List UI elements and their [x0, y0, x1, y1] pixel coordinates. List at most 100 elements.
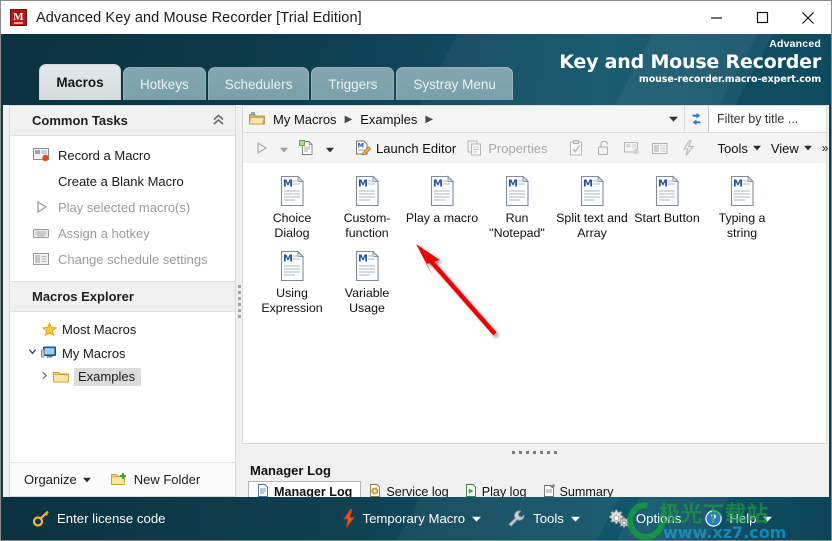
- task-play-selected-macros[interactable]: Play selected macro(s): [10, 194, 235, 220]
- view-menu-button[interactable]: View: [766, 136, 817, 160]
- task-assign-a-hotkey[interactable]: Assign a hotkey: [10, 220, 235, 246]
- tab-schedulers[interactable]: Schedulers: [207, 67, 310, 100]
- new-macro-icon: [298, 140, 316, 157]
- new-macro-dropdown-button[interactable]: [321, 136, 339, 160]
- tree-node-most-macros[interactable]: Most Macros: [10, 317, 235, 341]
- tree-node-label: My Macros: [62, 345, 126, 361]
- toolbar-overflow-button[interactable]: »: [817, 136, 831, 160]
- chevron-right-icon[interactable]: [36, 371, 52, 383]
- macro-item-split-text-and-array[interactable]: M Split text and Array: [555, 174, 629, 241]
- launch-editor-icon: M: [354, 140, 372, 157]
- clipboard-button[interactable]: [562, 136, 590, 160]
- macro-item-label: Start Button: [634, 211, 700, 225]
- help-button[interactable]: ? Help: [705, 510, 773, 527]
- properties-button[interactable]: Properties: [461, 136, 552, 160]
- macro-item-run-notepad[interactable]: M Run "Notepad": [480, 174, 554, 241]
- macro-item-using-expression[interactable]: M Using Expression: [255, 249, 329, 316]
- macro-item-label: Custom-function: [343, 211, 391, 240]
- play-dropdown-button[interactable]: [275, 136, 293, 160]
- launch-editor-button[interactable]: M Launch Editor: [349, 136, 461, 160]
- screen-button[interactable]: [646, 136, 674, 160]
- status-bar: Enter license code Temporary Macro Tools: [1, 497, 831, 540]
- macro-item-label: Split text and Array: [556, 211, 628, 240]
- screen-icon: [651, 140, 669, 157]
- chevron-down-icon: [280, 141, 288, 156]
- bolt-icon: [679, 140, 697, 157]
- enter-license-code-button[interactable]: Enter license code: [33, 510, 166, 527]
- overflow-label: »: [821, 141, 829, 155]
- bolt-button[interactable]: [674, 136, 702, 160]
- new-macro-button[interactable]: [293, 136, 321, 160]
- chevron-down-icon: [570, 514, 580, 524]
- temporary-macro-button[interactable]: Temporary Macro: [342, 509, 482, 528]
- refresh-button[interactable]: [684, 106, 708, 132]
- address-dropdown-button[interactable]: [662, 114, 684, 124]
- tab-hotkeys[interactable]: Hotkeys: [123, 67, 206, 100]
- task-record-a-macro[interactable]: Record a Macro: [10, 142, 235, 168]
- macro-item-label: Typing a string: [718, 211, 766, 240]
- macro-item-variable-usage[interactable]: M Variable Usage: [330, 249, 404, 316]
- lock-button[interactable]: [590, 136, 618, 160]
- macro-item-custom-function[interactable]: M Custom-function: [330, 174, 404, 241]
- macro-document-icon: M: [276, 249, 308, 283]
- macro-item-start-button[interactable]: M Start Button: [630, 174, 704, 241]
- play-icon: [32, 199, 50, 215]
- options-button[interactable]: Options: [608, 509, 681, 528]
- breadcrumb-separator-icon[interactable]: ▶: [420, 114, 438, 125]
- computer-icon: [40, 346, 58, 360]
- organize-button[interactable]: Organize: [24, 472, 91, 487]
- options-label: Options: [635, 511, 682, 526]
- tree-node-examples[interactable]: Examples: [10, 365, 235, 389]
- task-create-a-blank-macro[interactable]: Create a Blank Macro: [10, 168, 235, 194]
- minimize-button[interactable]: [693, 2, 739, 34]
- tree-node-my-macros[interactable]: My Macros: [10, 341, 235, 365]
- properties-icon: [466, 140, 484, 157]
- new-folder-icon: [110, 472, 127, 487]
- chevron-down-icon: [326, 141, 334, 156]
- macro-item-play-a-macro[interactable]: M Play a macro: [405, 174, 479, 241]
- chevron-double-up-icon[interactable]: [212, 114, 225, 129]
- tools-menu-button[interactable]: Tools: [712, 136, 765, 160]
- tools-label: Tools: [717, 140, 748, 156]
- close-button[interactable]: [785, 2, 831, 34]
- question-icon: ?: [705, 510, 723, 527]
- tab-systray-menu[interactable]: Systray Menu: [396, 67, 513, 100]
- record-button[interactable]: [618, 136, 646, 160]
- app-icon: M: [10, 9, 27, 26]
- tab-schedulers-label: Schedulers: [224, 76, 293, 92]
- breadcrumb-separator-icon[interactable]: ▶: [340, 114, 358, 125]
- breadcrumb-examples[interactable]: Examples: [357, 112, 420, 127]
- blank-icon: [32, 173, 50, 189]
- svg-text:M: M: [357, 142, 363, 150]
- macro-icon-view[interactable]: M Choice Dialog M Custom-function M Play…: [242, 163, 827, 444]
- tab-macros[interactable]: Macros: [39, 64, 121, 100]
- tools-button[interactable]: Tools: [507, 510, 580, 527]
- tree-node-label: Examples: [74, 368, 142, 386]
- new-folder-button[interactable]: New Folder: [110, 472, 201, 487]
- horizontal-splitter[interactable]: [242, 444, 827, 461]
- macros-tree: Most Macros My Macros Examples: [10, 312, 235, 389]
- macro-item-choice-dialog[interactable]: M Choice Dialog: [255, 174, 329, 241]
- bolt-icon: [342, 509, 356, 528]
- tab-triggers[interactable]: Triggers: [311, 67, 395, 100]
- tab-triggers-label: Triggers: [328, 76, 378, 92]
- breadcrumb-my-macros[interactable]: My Macros: [270, 112, 340, 127]
- record-icon: [623, 140, 641, 157]
- filter-input[interactable]: Filter by title ...: [708, 106, 826, 132]
- new-folder-label: New Folder: [133, 472, 201, 487]
- svg-text:M: M: [583, 179, 593, 190]
- macro-item-label: Variable Usage: [344, 286, 390, 315]
- macro-grid: M Choice Dialog M Custom-function M Play…: [255, 174, 815, 324]
- macro-document-icon: M: [576, 174, 608, 208]
- key-icon: [33, 510, 50, 527]
- task-change-schedule-settings[interactable]: Change schedule settings: [10, 246, 235, 272]
- splitter-grip-icon: [512, 451, 557, 454]
- chevron-down-icon: [472, 514, 482, 524]
- chevron-down-icon: [763, 514, 773, 524]
- macro-document-icon: M: [351, 249, 383, 283]
- macro-item-typing-a-string[interactable]: M Typing a string: [705, 174, 779, 241]
- play-button[interactable]: [247, 136, 275, 160]
- chevron-down-icon[interactable]: [24, 347, 40, 359]
- task-label: Play selected macro(s): [58, 199, 191, 215]
- maximize-button[interactable]: [739, 2, 785, 34]
